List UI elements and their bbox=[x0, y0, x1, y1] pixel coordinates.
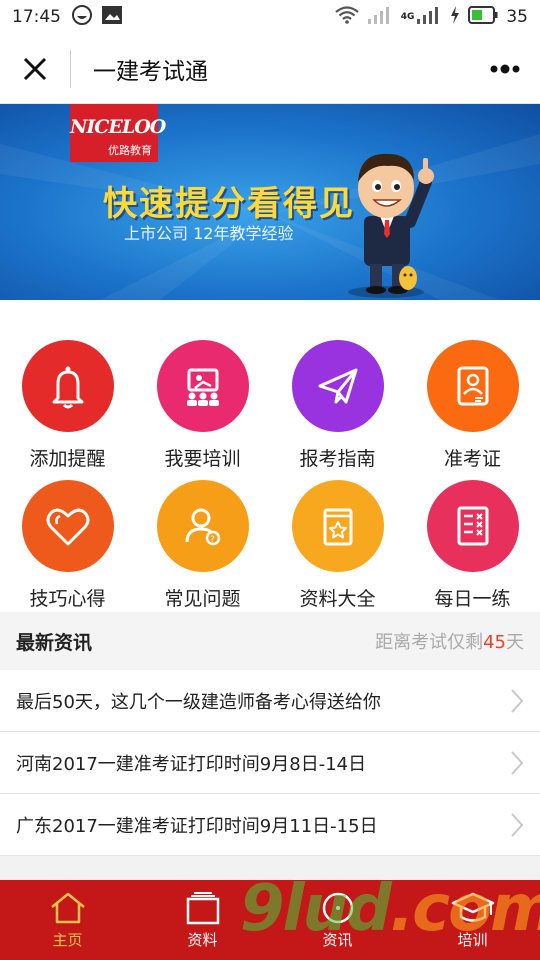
svg-text:?: ? bbox=[210, 535, 215, 545]
tile-training[interactable]: 我要培训 bbox=[135, 340, 270, 490]
countdown-prefix: 距离考试仅剩 bbox=[375, 632, 484, 653]
tile-label: 我要培训 bbox=[164, 448, 241, 470]
news-heading: 最新资讯 bbox=[16, 631, 93, 654]
site-watermark: 9lud.com bbox=[240, 872, 540, 946]
navigation-bar: 一建考试通 bbox=[0, 34, 540, 104]
tab-label: 主页 bbox=[52, 930, 83, 949]
id-card-icon bbox=[457, 366, 488, 406]
close-icon bbox=[23, 57, 47, 80]
tile-label: 技巧心得 bbox=[29, 588, 106, 610]
nav-divider bbox=[70, 49, 71, 88]
tile-circle bbox=[426, 340, 519, 432]
battery-level: 35 bbox=[506, 7, 528, 27]
function-grid: 添加提醒 我要培训 报考指南 准考证 技巧心得 ? 常见问题 资料大全 每日一练 bbox=[0, 300, 540, 612]
person-question-icon: ? bbox=[185, 508, 220, 546]
emoji-icon bbox=[71, 4, 93, 31]
watermark-text: 9lud bbox=[240, 872, 392, 946]
image-notification-icon bbox=[101, 5, 123, 30]
battery-icon bbox=[468, 5, 498, 29]
tile-circle bbox=[291, 340, 384, 432]
tile-circle bbox=[291, 480, 384, 572]
tile-daily-practice[interactable]: 每日一练 bbox=[405, 480, 540, 630]
training-icon bbox=[186, 368, 219, 406]
tile-circle bbox=[156, 340, 249, 432]
mascot-illustration bbox=[348, 153, 434, 298]
network-type-label: 4G bbox=[400, 11, 415, 22]
chevron-right-icon bbox=[511, 688, 524, 713]
tile-label: 添加提醒 bbox=[29, 448, 106, 470]
countdown-days: 45 bbox=[483, 632, 506, 653]
news-item-title: 最后50天，这几个一级建造师备考心得送给你 bbox=[16, 691, 381, 713]
tile-label: 常见问题 bbox=[164, 588, 241, 610]
tile-circle: ? bbox=[156, 480, 249, 572]
news-list: 最后50天，这几个一级建造师备考心得送给你 河南2017一建准考证打印时间9月8… bbox=[0, 670, 540, 856]
watermark-suffix: .com bbox=[389, 872, 540, 946]
tile-admission-ticket[interactable]: 准考证 bbox=[405, 340, 540, 490]
news-item[interactable]: 最后50天，这几个一级建造师备考心得送给你 bbox=[0, 670, 540, 732]
banner-subtitle: 上市公司 12年教学经验 bbox=[124, 224, 294, 243]
chevron-right-icon bbox=[511, 750, 524, 775]
paper-plane-icon bbox=[318, 368, 357, 404]
exam-countdown: 距离考试仅剩45天 bbox=[375, 628, 524, 654]
tile-circle bbox=[21, 340, 114, 432]
news-item[interactable]: 河南2017一建准考证打印时间9月8日-14日 bbox=[0, 732, 540, 794]
promo-banner[interactable]: NICELOO 优路教育 快速提分看得见 上市公司 12年教学经验 bbox=[0, 104, 540, 300]
tile-label: 资料大全 bbox=[299, 588, 376, 610]
tile-faq[interactable]: ? 常见问题 bbox=[135, 480, 270, 630]
wifi-icon bbox=[335, 5, 359, 29]
tile-circle bbox=[426, 480, 519, 572]
news-item[interactable]: 广东2017一建准考证打印时间9月11日-15日 bbox=[0, 794, 540, 856]
brand-logo: NICELOO 优路教育 bbox=[70, 104, 166, 162]
news-section-header: 最新资讯 距离考试仅剩45天 bbox=[0, 612, 540, 670]
tile-tips[interactable]: 技巧心得 bbox=[0, 480, 135, 630]
more-button[interactable] bbox=[470, 34, 540, 104]
brand-logo-text: NICELOO bbox=[70, 116, 166, 138]
page-title: 一建考试通 bbox=[93, 58, 208, 85]
more-icon bbox=[490, 64, 520, 73]
signal-4g-icon bbox=[416, 6, 442, 29]
status-time: 17:45 bbox=[12, 7, 61, 27]
close-button[interactable] bbox=[0, 34, 70, 104]
folder-icon bbox=[186, 891, 219, 924]
tile-label: 报考指南 bbox=[299, 448, 376, 470]
signal-icon bbox=[367, 6, 393, 29]
status-bar: 17:45 4G 35 bbox=[0, 0, 540, 34]
charging-icon bbox=[450, 5, 460, 29]
tab-home[interactable]: 主页 bbox=[0, 880, 135, 960]
tile-label: 准考证 bbox=[443, 448, 501, 470]
news-item-title: 河南2017一建准考证打印时间9月8日-14日 bbox=[16, 753, 367, 775]
brand-logo-cn: 优路教育 bbox=[108, 144, 152, 157]
home-icon bbox=[50, 892, 85, 923]
bell-icon bbox=[52, 366, 83, 409]
tile-exam-guide[interactable]: 报考指南 bbox=[270, 340, 405, 490]
checklist-icon bbox=[457, 506, 488, 546]
chevron-right-icon bbox=[511, 812, 524, 837]
news-item-title: 广东2017一建准考证打印时间9月11日-15日 bbox=[16, 815, 378, 837]
banner-slogan: 快速提分看得见 bbox=[103, 184, 355, 224]
book-star-icon bbox=[323, 508, 352, 546]
tile-materials[interactable]: 资料大全 bbox=[270, 480, 405, 630]
heart-icon bbox=[46, 508, 89, 546]
tile-circle bbox=[21, 480, 114, 572]
tile-label: 每日一练 bbox=[434, 588, 511, 610]
tile-add-reminder[interactable]: 添加提醒 bbox=[0, 340, 135, 490]
tab-label: 资料 bbox=[187, 930, 218, 949]
countdown-suffix: 天 bbox=[506, 632, 524, 653]
